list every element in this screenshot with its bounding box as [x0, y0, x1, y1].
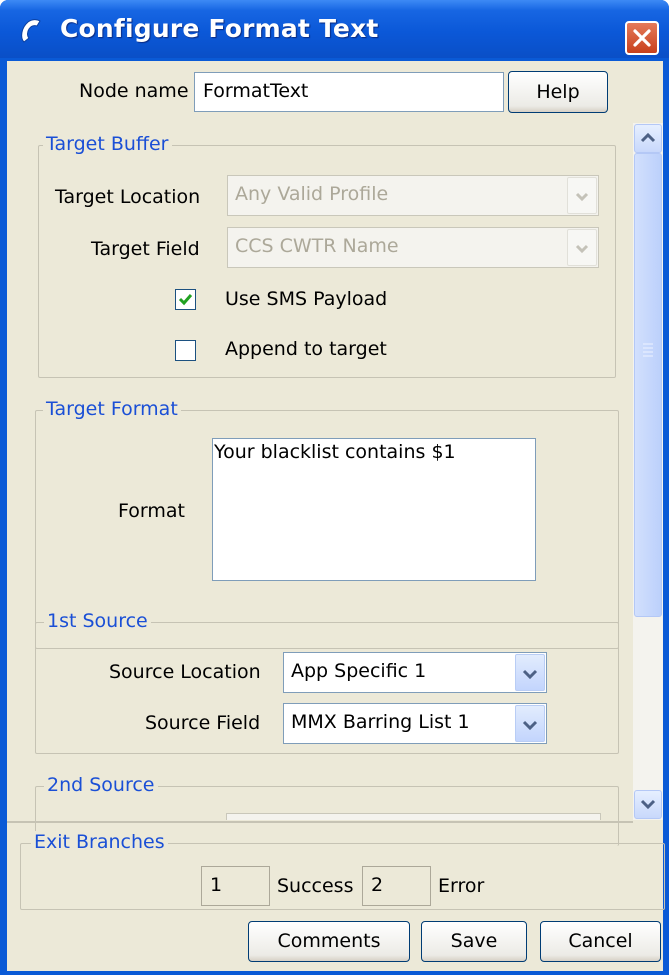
target-location-label: Target Location — [55, 186, 201, 208]
chevron-down-icon — [567, 177, 597, 214]
source-location-value: App Specific 1 — [291, 660, 427, 682]
second-source-combo-partial — [226, 813, 601, 820]
use-sms-payload-checkbox[interactable] — [175, 289, 196, 310]
exit-branches-legend: Exit Branches — [31, 831, 168, 853]
scroll-region-divider — [7, 821, 633, 823]
second-source-legend: 2nd Source — [44, 774, 158, 796]
grip-icon — [643, 343, 653, 357]
target-format-legend: Target Format — [43, 398, 181, 420]
source-field-label: Source Field — [145, 712, 261, 734]
close-icon — [633, 29, 651, 47]
target-field-value: CCS CWTR Name — [235, 235, 399, 257]
chevron-up-icon — [640, 132, 656, 143]
target-buffer-legend: Target Buffer — [43, 133, 172, 155]
window-title: Configure Format Text — [60, 14, 379, 43]
target-location-value: Any Valid Profile — [235, 183, 389, 205]
chevron-down-icon — [640, 799, 656, 810]
first-source-legend: 1st Source — [44, 610, 151, 632]
branch-label-success: Success — [277, 875, 354, 897]
chevron-down-icon — [567, 229, 597, 266]
close-button[interactable] — [625, 21, 659, 55]
target-field-label: Target Field — [91, 238, 200, 260]
title-bar[interactable]: Configure Format Text — [0, 0, 669, 58]
dialog-window: Configure Format Text Node name FormatTe… — [0, 0, 669, 975]
branch-number-1: 1 — [201, 866, 270, 906]
dialog-content: Node name FormatText Help Target Buffer … — [7, 61, 665, 971]
scroll-up-button[interactable] — [634, 124, 662, 153]
branch-number-2: 2 — [362, 866, 431, 906]
target-field-select: CCS CWTR Name — [227, 227, 599, 268]
branch-label-error: Error — [438, 875, 485, 897]
target-location-select: Any Valid Profile — [227, 175, 599, 216]
append-to-target-checkbox[interactable] — [175, 340, 196, 361]
exit-branches-group: Exit Branches 1 Success 2 Error — [20, 831, 665, 910]
format-label: Format — [118, 500, 185, 522]
cancel-button[interactable]: Cancel — [540, 921, 661, 962]
source-field-value: MMX Barring List 1 — [291, 711, 470, 733]
target-buffer-group: Target Buffer Target Location Any Valid … — [38, 133, 616, 378]
use-sms-payload-label: Use SMS Payload — [225, 288, 388, 310]
scroll-down-button[interactable] — [634, 790, 662, 819]
scroll-thumb[interactable] — [634, 153, 662, 617]
phone-handset-icon — [21, 19, 41, 43]
checkmark-icon — [178, 294, 193, 306]
append-to-target-label: Append to target — [225, 338, 387, 360]
help-button[interactable]: Help — [508, 71, 608, 113]
comments-button[interactable]: Comments — [248, 921, 410, 962]
source-location-select[interactable]: App Specific 1 — [283, 652, 547, 693]
source-location-label: Source Location — [109, 661, 261, 683]
node-name-label: Node name — [79, 80, 189, 102]
node-name-input[interactable]: FormatText — [194, 72, 504, 112]
chevron-down-icon — [515, 705, 545, 742]
source-field-select[interactable]: MMX Barring List 1 — [283, 703, 547, 744]
save-button[interactable]: Save — [421, 921, 527, 962]
format-textarea[interactable]: Your blacklist contains $1 — [212, 438, 536, 581]
vertical-scrollbar[interactable] — [633, 123, 663, 820]
first-source-group: 1st Source Source Location App Specific … — [35, 610, 619, 754]
chevron-down-icon — [515, 654, 545, 691]
